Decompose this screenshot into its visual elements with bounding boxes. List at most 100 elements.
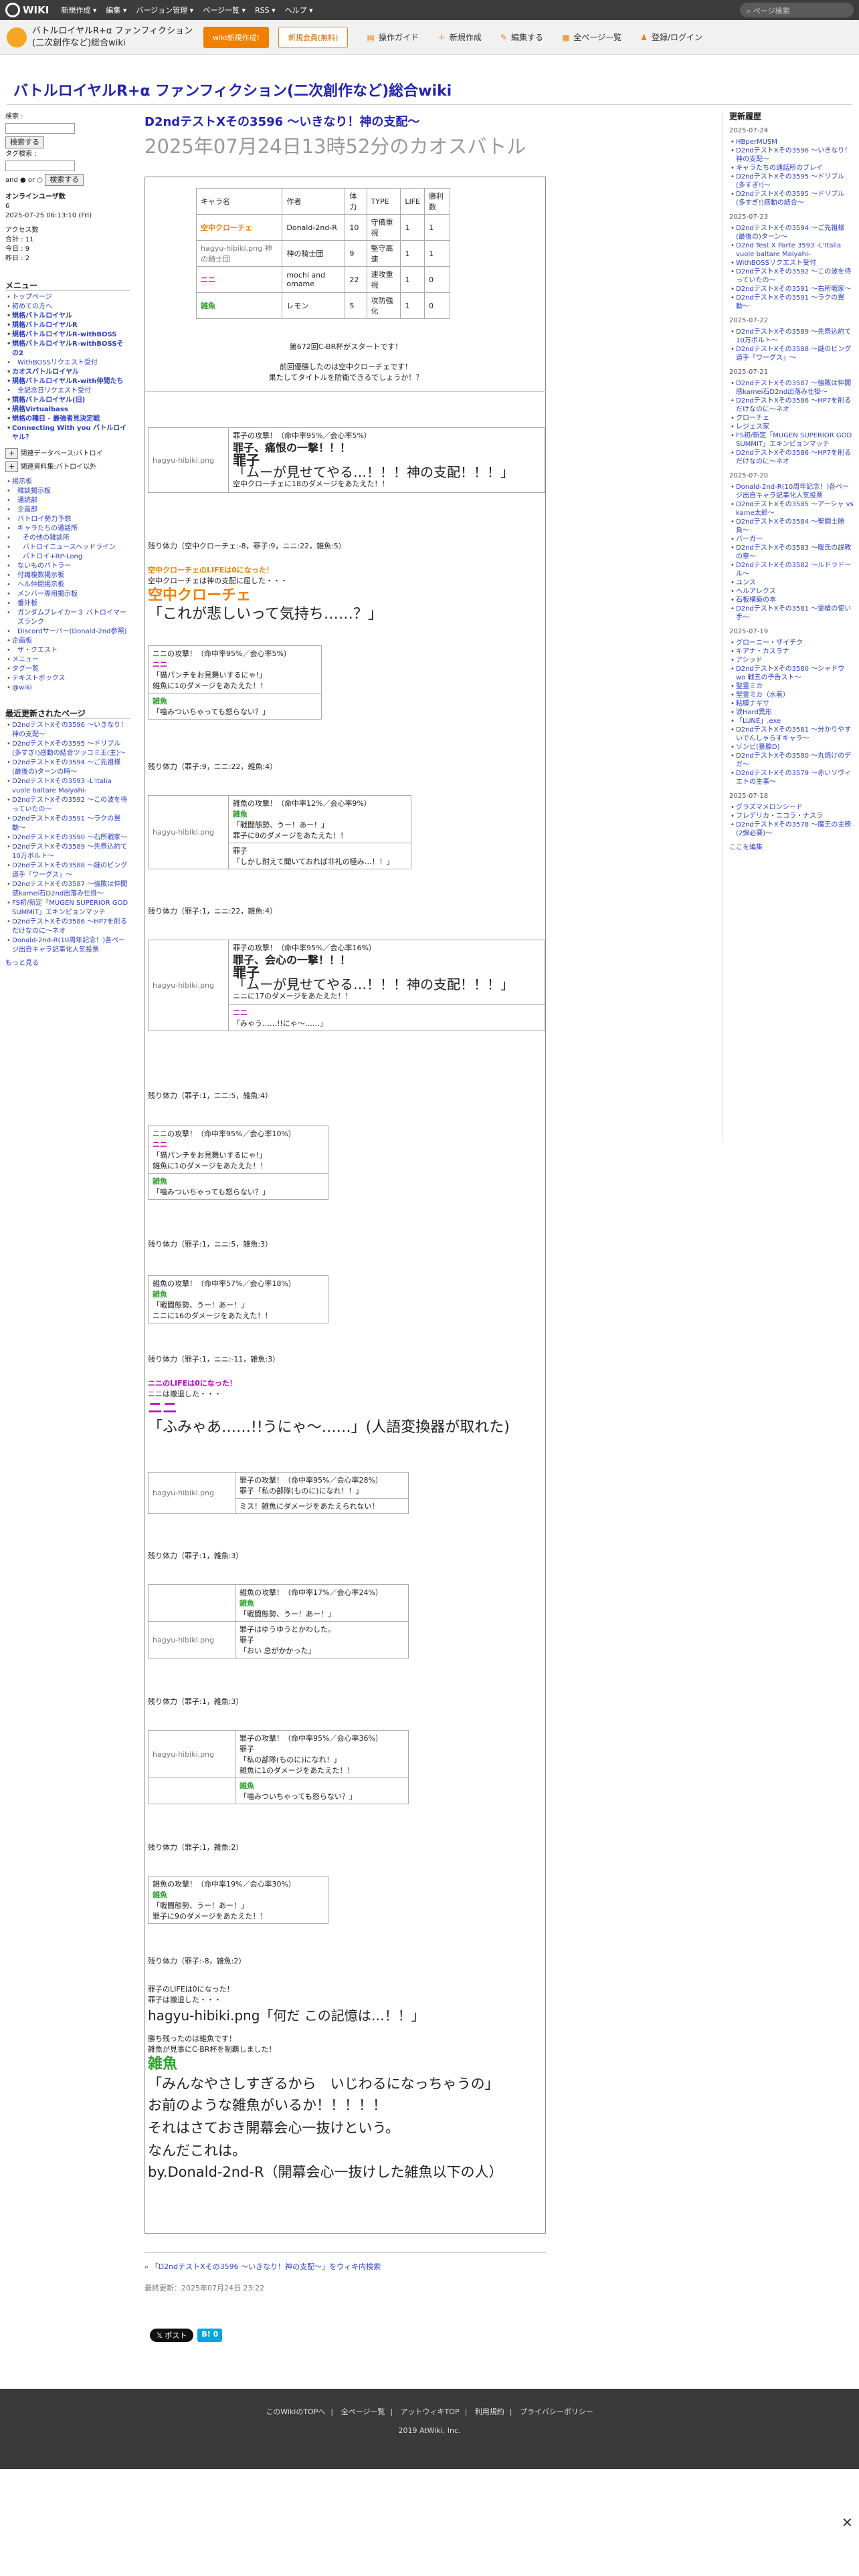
edit-here-link[interactable]: ここを編集 bbox=[729, 844, 763, 851]
menu-item[interactable]: 規格バトルロイヤル(旧) bbox=[5, 396, 130, 405]
history-item[interactable]: ゾンビ(暴腺D) bbox=[729, 743, 854, 752]
history-item[interactable]: レジェス家 bbox=[729, 423, 854, 431]
history-item[interactable]: D2ndテストXその3596 〜いきなり！神の支配〜 bbox=[729, 146, 854, 164]
menu-item[interactable]: バトロイニュースヘッドライン bbox=[5, 543, 130, 552]
recent-item[interactable]: FS初/新定「MUGEN SUPERIOR GOD SUMMIT」エキンピョンマ… bbox=[5, 899, 130, 918]
recent-item[interactable]: D2ndテストXその3588 〜謎のビング道手「ワーグス」〜 bbox=[5, 861, 130, 880]
history-item[interactable]: 石板構築の本 bbox=[729, 596, 854, 605]
recent-item[interactable]: D2ndテストXその3593 -L'Italia vuole baltare M… bbox=[5, 777, 130, 796]
menu-item[interactable]: テキストボックス bbox=[5, 674, 130, 683]
recent-item[interactable]: D2ndテストXその3594 〜ご先祖様(最後の)ターンの時〜 bbox=[5, 758, 130, 777]
history-item[interactable]: WithBOSSリクエスト受付 bbox=[729, 259, 854, 267]
recent-item[interactable]: D2ndテストXその3592 〜この波を待っていたの〜 bbox=[5, 796, 130, 815]
menu-item[interactable]: 規格バトルロイヤルR-withBOSS bbox=[5, 330, 130, 340]
menu-item[interactable]: バトロイ勢力予想 bbox=[5, 515, 130, 524]
history-item[interactable]: D2ndテストXその3588 〜謎のビング道手「ワーグス」〜 bbox=[729, 345, 854, 362]
menu-item[interactable]: ガンダムブレイカー３ バトロイマーズランク bbox=[5, 609, 130, 627]
menu-version[interactable]: バージョン管理 ▾ bbox=[136, 5, 193, 15]
menu-item[interactable]: メンバー専用掲示板 bbox=[5, 590, 130, 599]
history-item[interactable]: 聖霊ミカ（水着） bbox=[729, 691, 854, 700]
menu-item[interactable]: メニュー bbox=[5, 655, 130, 665]
hatena-button[interactable]: B! 0 bbox=[197, 2329, 223, 2342]
menu-item[interactable]: ヘル仲間掲示板 bbox=[5, 580, 130, 590]
guide-link[interactable]: ▤ 操作ガイド bbox=[367, 31, 418, 43]
menu-item[interactable]: 番外板 bbox=[5, 599, 130, 609]
login-link[interactable]: ♟ 登録/ログイン bbox=[640, 31, 702, 43]
history-item[interactable]: D2ndテストXその3583 〜暖氏の説教の章〜 bbox=[729, 544, 854, 561]
menu-item[interactable]: 規格バトルロイヤルR bbox=[5, 321, 130, 330]
new-member-button[interactable]: 新規会員(無料) bbox=[278, 26, 349, 48]
menu-item[interactable]: 付識複数掲示板 bbox=[5, 571, 130, 580]
recent-item[interactable]: D2ndテストXその3589 〜先祭込約て 10万ボルト〜 bbox=[5, 843, 130, 861]
menu-item[interactable]: 規格Virtualbass bbox=[5, 405, 130, 415]
menu-item[interactable]: 規格バトルロイヤル bbox=[5, 312, 130, 321]
site-title[interactable]: バトルロイヤルR+α ファンフィクション(二次創作など)総合wiki bbox=[32, 25, 199, 49]
history-item[interactable]: FS初/新定「MUGEN SUPERIOR GOD SUMMIT」エキンピョンマ… bbox=[729, 431, 854, 449]
menu-edit[interactable]: 編集 ▾ bbox=[106, 5, 126, 15]
menu-item[interactable]: 規格の種目 - 最強者見決定戦 bbox=[5, 415, 130, 424]
history-item[interactable]: 涙Hard異形 bbox=[729, 708, 854, 717]
menu-item[interactable]: 掲示板 bbox=[5, 477, 130, 487]
recent-item[interactable]: D2ndテストXその3586 〜HP7を削るだけなのに〜ネオ bbox=[5, 918, 130, 936]
footer-link[interactable]: 利用規約 bbox=[475, 2407, 504, 2416]
menu-db-link[interactable]: 関連データベース:バトロイ bbox=[20, 450, 102, 457]
history-item[interactable]: グラズマメロンシード bbox=[729, 803, 854, 812]
history-item[interactable]: D2ndテストXその3595 〜ドリブル(多すぎ!)感動の結合〜 bbox=[729, 190, 854, 207]
close-icon[interactable]: ✕ bbox=[842, 2514, 853, 2531]
menu-item[interactable]: 全記念日リクエスト受付 bbox=[5, 387, 130, 396]
history-item[interactable]: D2ndテストXその3594 〜ご先祖様(最後の)ターン〜 bbox=[729, 224, 854, 241]
menu-item[interactable]: キャラたちの通話所 bbox=[5, 524, 130, 534]
new-wiki-button[interactable]: wiki新規作成! bbox=[203, 26, 269, 48]
post-button[interactable]: 𝕏 ポスト bbox=[150, 2329, 194, 2342]
menu-item[interactable]: 企画部 bbox=[5, 506, 130, 515]
menu-item[interactable]: 雑談掲示板 bbox=[5, 487, 130, 496]
menu-item[interactable]: 初めての方へ bbox=[5, 302, 130, 312]
menu-item[interactable]: 規格バトルロイヤルR-withBOSSその2 bbox=[5, 340, 130, 358]
history-item[interactable]: D2ndテストXその3581 〜霊槍の使い手〜 bbox=[729, 605, 854, 622]
history-item[interactable]: ユンス bbox=[729, 578, 854, 587]
history-item[interactable]: D2ndテストXその3584 〜聖闘士勝負〜 bbox=[729, 518, 854, 535]
history-item[interactable]: フレデリカ・ニコラ・ナスラ bbox=[729, 812, 854, 821]
history-item[interactable]: D2ndテストXその3586 〜HP7を削るだけなのに〜ネオ bbox=[729, 449, 854, 466]
menu-item[interactable]: Connecting With you バトルロイヤル？ bbox=[5, 424, 130, 443]
history-item[interactable]: キャラたちの通話所のブレイ bbox=[729, 164, 854, 173]
history-item[interactable]: D2ndテストXその3587 〜強敗は仲間感kamei石D2nd出落み仕掛〜 bbox=[729, 379, 854, 397]
footer-link[interactable]: アットウィキTOP bbox=[401, 2407, 460, 2416]
history-item[interactable]: キアナ・カスラナ bbox=[729, 647, 854, 656]
menu-item[interactable]: カオスバトルロイヤル bbox=[5, 368, 130, 377]
history-item[interactable]: 粘膜ナギサ bbox=[729, 700, 854, 708]
tag-search-button[interactable]: 検索する bbox=[45, 174, 84, 186]
history-item[interactable]: D2ndテストXその3586 〜HP7を削るだけなのに〜ネオ bbox=[729, 397, 854, 414]
expand-button[interactable]: + bbox=[5, 448, 19, 459]
menu-item[interactable]: WithBOSSリクエスト受付 bbox=[5, 358, 130, 368]
atwiki-logo[interactable]: WIKI bbox=[5, 3, 49, 17]
footer-link[interactable]: 全ページ一覧 bbox=[341, 2407, 385, 2416]
history-item[interactable]: アシッド bbox=[729, 656, 854, 665]
recent-item[interactable]: D2ndテストXその3595 〜ドリブル(多すぎ!)感動の結合ツッコミ王(主)〜 bbox=[5, 740, 130, 758]
history-item[interactable]: D2ndテストXその3580 〜丸焼けのデガ〜 bbox=[729, 752, 854, 769]
wiki-search-input[interactable] bbox=[5, 123, 75, 134]
history-item[interactable]: ヘルアレクス bbox=[729, 587, 854, 596]
menu-item[interactable]: トップページ bbox=[5, 293, 130, 302]
menu-item[interactable]: 企画板 bbox=[5, 637, 130, 646]
recent-item[interactable]: Donald-2nd-R(10周年記念！)各ページ出自キャラ記事化人気投票 bbox=[5, 936, 130, 955]
tag-search-input[interactable] bbox=[5, 160, 75, 171]
menu-item[interactable]: バトロイ+RP-Long bbox=[5, 552, 130, 562]
more-link[interactable]: もっと見る bbox=[5, 960, 39, 967]
menu-item[interactable]: Discordサーバー(Donald-2nd参照) bbox=[5, 627, 130, 637]
edit-link[interactable]: ✎ 編集する bbox=[500, 31, 543, 43]
wiki-search-link[interactable]: 「D2ndテストXその3596 〜いきなり！神の支配〜」をウィキ内検索 bbox=[151, 2262, 381, 2271]
footer-link[interactable]: このWikiのTOPへ bbox=[266, 2407, 325, 2416]
expand-button[interactable]: + bbox=[5, 461, 19, 472]
history-item[interactable]: D2ndテストXその3580 〜シャドウ wo 戦五の予告スト〜 bbox=[729, 665, 854, 682]
history-item[interactable]: D2ndテストXその3595 〜ドリブル(多すぎ!)〜 bbox=[729, 173, 854, 190]
and-or-radio[interactable]: and ● or ○ bbox=[5, 177, 43, 184]
menu-item[interactable]: ないものバトラー bbox=[5, 562, 130, 571]
history-item[interactable]: Donald-2nd-R(10周年記念！)各ページ出自キャラ記事化人気投票 bbox=[729, 483, 854, 500]
menu-item[interactable]: @wiki bbox=[5, 683, 130, 693]
recent-item[interactable]: D2ndテストXその3590 〜右所戦家〜 bbox=[5, 833, 130, 843]
menu-item[interactable]: 通読部 bbox=[5, 496, 130, 506]
history-item[interactable]: グローニー・ザイチク bbox=[729, 639, 854, 647]
history-item[interactable]: D2ndテストXその3581 〜分かりやすいでんしゃらすキャラ〜 bbox=[729, 726, 854, 743]
search-button[interactable]: 検索する bbox=[5, 136, 44, 148]
